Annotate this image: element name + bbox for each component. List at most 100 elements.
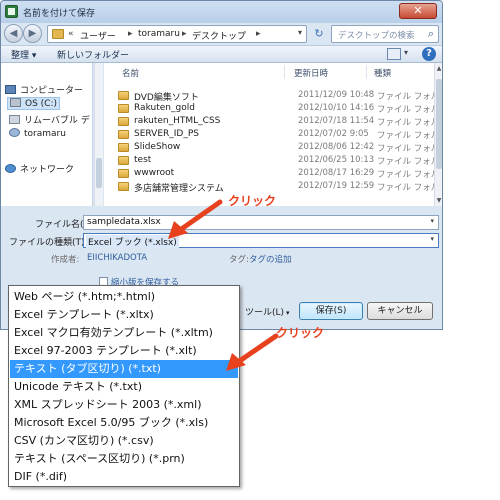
- folder-icon: [118, 91, 129, 100]
- title-bar: 名前を付けて保存 ✕: [1, 1, 442, 23]
- author-label: 作成者:: [51, 255, 80, 265]
- tools-button-label: ツール(L): [245, 308, 285, 318]
- file-name: rakuten_HTML_CSS: [134, 116, 221, 126]
- scrollbar-thumb[interactable]: [436, 79, 442, 169]
- folder-icon: [118, 117, 129, 126]
- breadcrumb-users[interactable]: ユーザー: [80, 29, 116, 42]
- file-row[interactable]: SERVER_ID_PS 2012/07/02 9:05 ファイル フォル: [112, 129, 439, 141]
- window-title: 名前を付けて保存: [23, 9, 96, 19]
- folder-icon: [118, 130, 129, 139]
- sidebar-item-label: リムーバブル デ: [24, 116, 90, 126]
- folder-icon: [118, 182, 129, 191]
- column-header-type[interactable]: 種類: [374, 67, 391, 79]
- filetype-option[interactable]: DIF (*.dif): [10, 468, 238, 486]
- annotation-click-label-1: クリック: [228, 194, 277, 208]
- filetype-option[interactable]: Excel マクロ有効テンプレート (*.xltm): [10, 324, 238, 342]
- refresh-icon[interactable]: ↻: [312, 27, 326, 41]
- sidebar-item-computer[interactable]: コンピューター: [5, 83, 83, 96]
- sidebar-item-removable[interactable]: リムーバブル デ: [9, 113, 90, 126]
- file-type: ファイル フォル: [377, 183, 440, 193]
- filetype-option-selected[interactable]: テキスト (タブ区切り) (*.txt): [10, 360, 238, 378]
- search-box[interactable]: デスクトップの検索 ⌕: [331, 25, 439, 43]
- navigation-scrollbar[interactable]: [94, 63, 103, 206]
- folder-icon: [118, 156, 129, 165]
- file-row[interactable]: SlideShow 2012/08/06 12:42 ファイル フォル: [112, 142, 439, 154]
- file-row[interactable]: DVD編集ソフト 2011/12/09 10:48 ファイル フォル: [112, 90, 439, 103]
- breadcrumb-separator[interactable]: ▸: [182, 29, 187, 39]
- file-date: 2012/07/02 9:05: [298, 129, 369, 139]
- navigation-bar: ◀ ▶ « ユーザー ▸ toramaru ▸ デスクトップ ▸ ▾ ↻ デスク…: [1, 23, 442, 45]
- file-date: 2012/06/25 10:13: [298, 155, 375, 165]
- filename-field[interactable]: sampledata.xlsx ▾: [83, 215, 439, 230]
- breadcrumb-toramaru[interactable]: toramaru: [138, 29, 180, 39]
- close-button[interactable]: ✕: [399, 3, 437, 19]
- sidebar-item-label: toramaru: [24, 129, 66, 139]
- annotation-click-label-2: クリック: [276, 326, 325, 340]
- forward-button[interactable]: ▶: [23, 24, 42, 43]
- file-row[interactable]: Rakuten_gold 2012/10/10 14:16 ファイル フォル: [112, 103, 439, 115]
- filetype-option[interactable]: テキスト (スペース区切り) (*.prn): [10, 450, 238, 468]
- author-value[interactable]: EIICHIKADOTA: [87, 253, 147, 263]
- breadcrumb-desktop[interactable]: デスクトップ: [192, 29, 246, 42]
- file-list-scrollbar[interactable]: ▲ ▼: [434, 63, 442, 206]
- filetype-option[interactable]: CSV (カンマ区切り) (*.csv): [10, 432, 238, 450]
- save-as-dialog: 名前を付けて保存 ✕ ◀ ▶ « ユーザー ▸ toramaru ▸ デスクトッ…: [0, 0, 443, 330]
- filetype-option[interactable]: Excel 97-2003 テンプレート (*.xlt): [10, 342, 238, 360]
- filetype-option[interactable]: Excel テンプレート (*.xltx): [10, 306, 238, 324]
- file-type: ファイル フォル: [377, 144, 440, 154]
- breadcrumb-overflow[interactable]: «: [68, 29, 74, 39]
- file-date: 2011/12/09 10:48: [298, 90, 375, 100]
- chevron-down-icon: ▾: [286, 309, 290, 317]
- search-input[interactable]: デスクトップの検索: [338, 29, 415, 41]
- sidebar-item-os-c[interactable]: OS (C:): [7, 97, 60, 110]
- excel-app-icon: [5, 5, 18, 18]
- file-name: wwwroot: [134, 168, 175, 178]
- filetype-option[interactable]: Web ページ (*.htm;*.html): [10, 288, 238, 306]
- file-date: 2012/07/19 12:59: [298, 181, 375, 191]
- filetype-select[interactable]: Excel ブック (*.xlsx) ▾: [83, 233, 439, 248]
- filetype-option[interactable]: XML スプレッドシート 2003 (*.xml): [10, 396, 238, 414]
- organize-button[interactable]: 整理 ▾: [11, 48, 36, 61]
- breadcrumb-separator[interactable]: ▸: [128, 29, 133, 39]
- file-name: test: [134, 155, 152, 165]
- tools-button[interactable]: ツール(L) ▾: [245, 305, 290, 318]
- sidebar-item-network[interactable]: ネットワーク: [5, 162, 74, 175]
- address-history-dropdown[interactable]: ▾: [298, 28, 302, 37]
- sidebar-item-label: OS (C:): [25, 99, 57, 109]
- sidebar-item-toramaru[interactable]: toramaru: [9, 128, 66, 139]
- save-button[interactable]: 保存(S): [299, 302, 363, 320]
- new-folder-button[interactable]: 新しいフォルダー: [57, 48, 129, 61]
- filename-value[interactable]: sampledata.xlsx: [87, 217, 161, 227]
- view-options-dropdown[interactable]: ▾: [404, 48, 408, 57]
- file-row[interactable]: rakuten_HTML_CSS 2012/07/18 11:54 ファイル フォル: [112, 116, 439, 128]
- filetype-option[interactable]: Unicode テキスト (*.txt): [10, 378, 238, 396]
- filetype-option[interactable]: Microsoft Excel 5.0/95 ブック (*.xls): [10, 414, 238, 432]
- column-divider[interactable]: [366, 65, 367, 79]
- help-icon[interactable]: ?: [422, 47, 436, 61]
- chevron-down-icon[interactable]: ▾: [430, 217, 434, 225]
- back-button[interactable]: ◀: [4, 24, 23, 43]
- column-divider[interactable]: [284, 65, 285, 79]
- tag-value[interactable]: タグの追加: [249, 253, 292, 265]
- folder-icon: [118, 169, 129, 178]
- drive-icon: [10, 98, 21, 107]
- file-row[interactable]: test 2012/06/25 10:13 ファイル フォル: [112, 155, 439, 167]
- scroll-down-icon[interactable]: ▼: [435, 197, 442, 204]
- file-date: 2012/10/10 14:16: [298, 103, 375, 113]
- file-date: 2012/07/18 11:54: [298, 116, 375, 126]
- cancel-button[interactable]: キャンセル: [367, 302, 433, 320]
- annotation-arrow-1: [168, 199, 223, 239]
- scrollbar-thumb[interactable]: [96, 158, 102, 188]
- file-type: ファイル フォル: [377, 170, 440, 180]
- tag-label: タグ:: [229, 255, 249, 265]
- view-options-icon[interactable]: [387, 48, 401, 60]
- file-row[interactable]: wwwroot 2012/08/17 16:29 ファイル フォル: [112, 168, 439, 180]
- address-bar[interactable]: « ユーザー ▸ toramaru ▸ デスクトップ ▸ ▾: [47, 25, 307, 43]
- column-header-name[interactable]: 名前: [122, 67, 139, 79]
- column-header-date[interactable]: 更新日時: [294, 67, 328, 79]
- scroll-up-icon[interactable]: ▲: [435, 65, 442, 72]
- folder-icon: [52, 29, 64, 39]
- computer-icon: [5, 85, 16, 94]
- chevron-down-icon[interactable]: ▾: [430, 235, 434, 243]
- breadcrumb-separator[interactable]: ▸: [256, 29, 261, 39]
